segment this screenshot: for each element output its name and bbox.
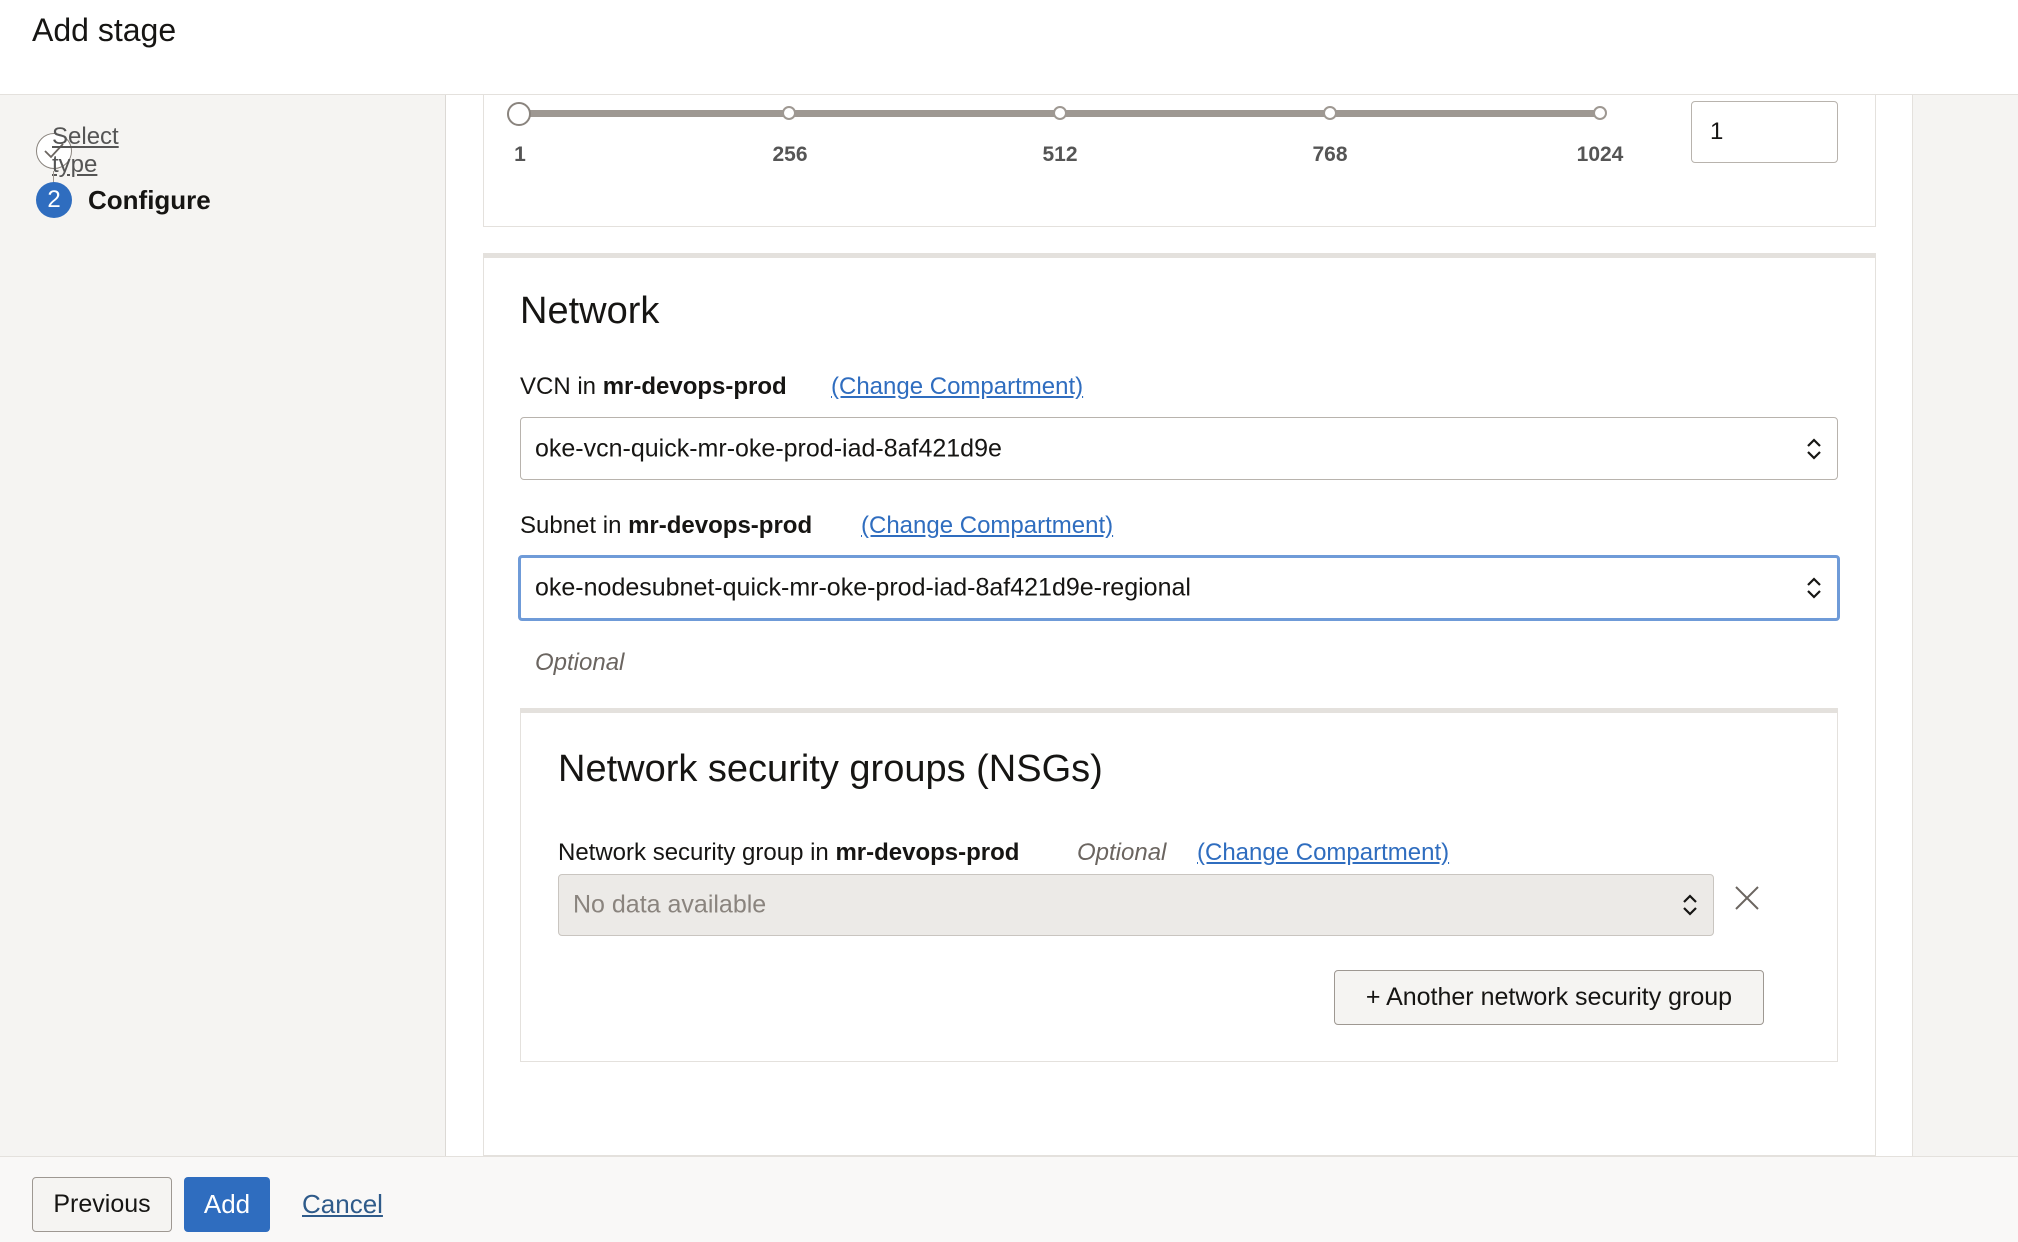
subnet-compartment: mr-devops-prod: [628, 512, 813, 539]
slider-tick-label: 768: [1312, 143, 1348, 166]
vcn-select[interactable]: oke-vcn-quick-mr-oke-prod-iad-8af421d9e: [520, 417, 1838, 480]
nsg-section-title: Network security groups (NSGs): [558, 748, 1103, 790]
subnet-label-prefix: Subnet in: [520, 512, 622, 539]
step-number-badge: 2: [36, 182, 72, 218]
step-select-type-label[interactable]: Select type: [52, 123, 119, 179]
dialog-title: Add stage: [32, 12, 177, 48]
subnet-select-value: oke-nodesubnet-quick-mr-oke-prod-iad-8af…: [535, 573, 1191, 602]
slider-value-input[interactable]: 1: [1691, 101, 1838, 163]
slider-tick: [1053, 106, 1067, 120]
subnet-select[interactable]: oke-nodesubnet-quick-mr-oke-prod-iad-8af…: [518, 555, 1840, 621]
nsg-label: Network security group in mr-devops-prod: [558, 839, 1019, 867]
vcn-label-prefix: VCN in: [520, 373, 597, 400]
subnet-change-compartment-link[interactable]: (Change Compartment): [861, 512, 1113, 540]
vcn-label: VCN in mr-devops-prod: [520, 373, 787, 401]
close-icon[interactable]: [1733, 884, 1761, 912]
nsg-change-compartment-link[interactable]: (Change Compartment): [1197, 839, 1449, 867]
steps-sidebar: Select type 2 Configure: [0, 95, 446, 1156]
network-section-title: Network: [520, 290, 660, 332]
slider-tick-label: 256: [772, 143, 808, 166]
chevron-up-down-icon: [1683, 894, 1697, 916]
slider-tick-label: 1: [514, 143, 526, 166]
slider-tick-label: 1024: [1576, 143, 1624, 166]
dialog-header: Add stage: [0, 0, 2018, 95]
vcn-change-compartment-link[interactable]: (Change Compartment): [831, 373, 1083, 401]
slider-thumb[interactable]: [507, 102, 531, 126]
slider-tick: [1593, 106, 1607, 120]
cancel-link[interactable]: Cancel: [302, 1189, 383, 1220]
nsg-compartment: mr-devops-prod: [835, 839, 1020, 866]
step-select-type[interactable]: Select type: [36, 123, 119, 178]
nsg-label-prefix: Network security group in: [558, 839, 829, 866]
nsg-optional-hint: Optional: [1077, 839, 1167, 866]
previous-button[interactable]: Previous: [32, 1177, 172, 1232]
right-gutter: [1912, 95, 2018, 1156]
add-button[interactable]: Add: [184, 1177, 270, 1232]
chevron-up-down-icon: [1807, 437, 1821, 460]
step-configure: 2 Configure: [36, 182, 211, 218]
add-network-security-group-button[interactable]: + Another network security group: [1334, 970, 1764, 1025]
chevron-up-down-icon: [1807, 577, 1821, 599]
nsg-select-placeholder: No data available: [573, 890, 767, 919]
subnet-label: Subnet in mr-devops-prod: [520, 512, 812, 540]
vcn-select-value: oke-vcn-quick-mr-oke-prod-iad-8af421d9e: [535, 434, 1002, 462]
nsg-select[interactable]: No data available: [558, 874, 1714, 936]
slider-tick-label: 512: [1042, 143, 1078, 166]
vcn-compartment: mr-devops-prod: [602, 373, 787, 400]
step-configure-label: Configure: [88, 184, 211, 215]
slider-tick: [782, 106, 796, 120]
subnet-optional-hint: Optional: [535, 649, 625, 676]
slider-tick: [1323, 106, 1337, 120]
